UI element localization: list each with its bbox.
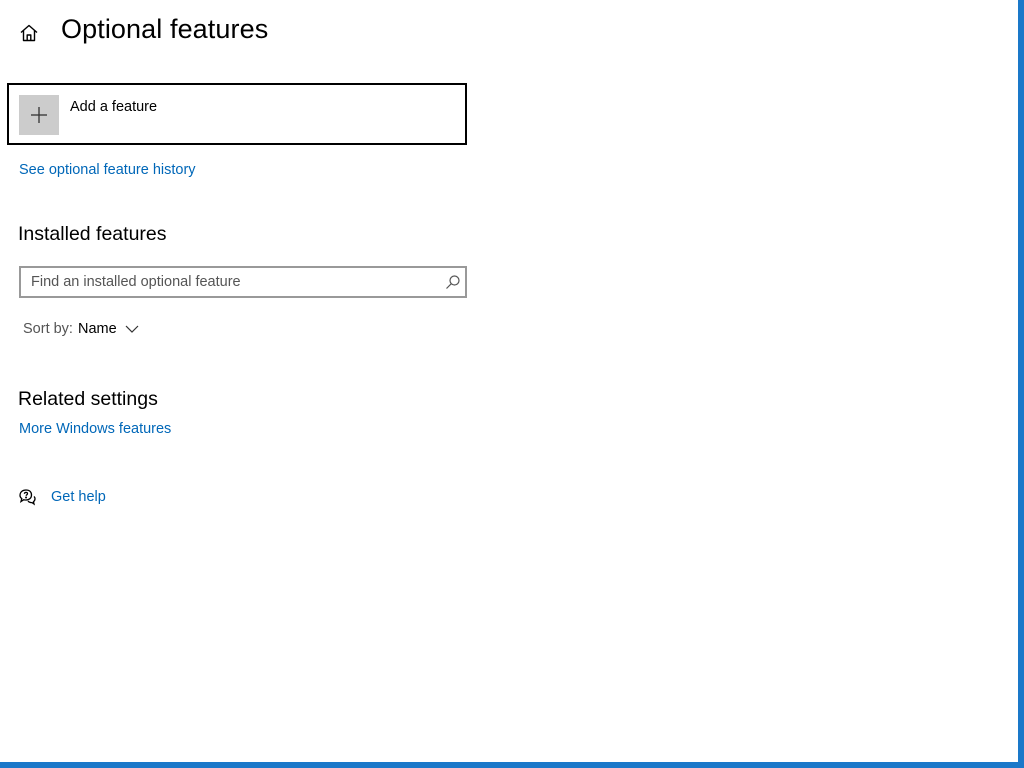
home-icon[interactable] (18, 22, 40, 44)
chevron-down-icon (125, 325, 139, 333)
add-feature-tile (19, 95, 59, 135)
installed-features-heading: Installed features (18, 223, 167, 245)
related-settings-heading: Related settings (18, 388, 158, 410)
get-help-link[interactable]: Get help (51, 489, 106, 505)
plus-icon (31, 107, 47, 123)
search-icon[interactable] (445, 274, 461, 290)
add-feature-button[interactable]: Add a feature (7, 83, 467, 145)
help-chat-icon (19, 489, 36, 506)
page-title: Optional features (61, 14, 269, 44)
settings-page: Optional features Add a feature See opti… (0, 0, 1024, 768)
search-input[interactable] (21, 268, 441, 296)
more-windows-features-link[interactable]: More Windows features (19, 421, 171, 437)
sort-label: Sort by: (23, 321, 73, 337)
window-border-right (1018, 0, 1024, 768)
optional-feature-history-link[interactable]: See optional feature history (19, 162, 196, 178)
search-box[interactable] (19, 266, 467, 298)
sort-value: Name (77, 321, 117, 337)
sort-dropdown[interactable]: Sort by: Name (23, 321, 139, 337)
window-border-bottom (0, 762, 1024, 768)
add-feature-label: Add a feature (70, 99, 158, 115)
